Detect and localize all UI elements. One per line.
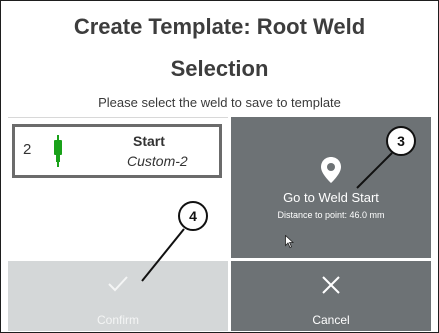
- annotation-leader-lines: [141, 152, 393, 282]
- annotation-marker-4: 4: [178, 201, 208, 231]
- annotation-marker-3: 3: [386, 126, 416, 156]
